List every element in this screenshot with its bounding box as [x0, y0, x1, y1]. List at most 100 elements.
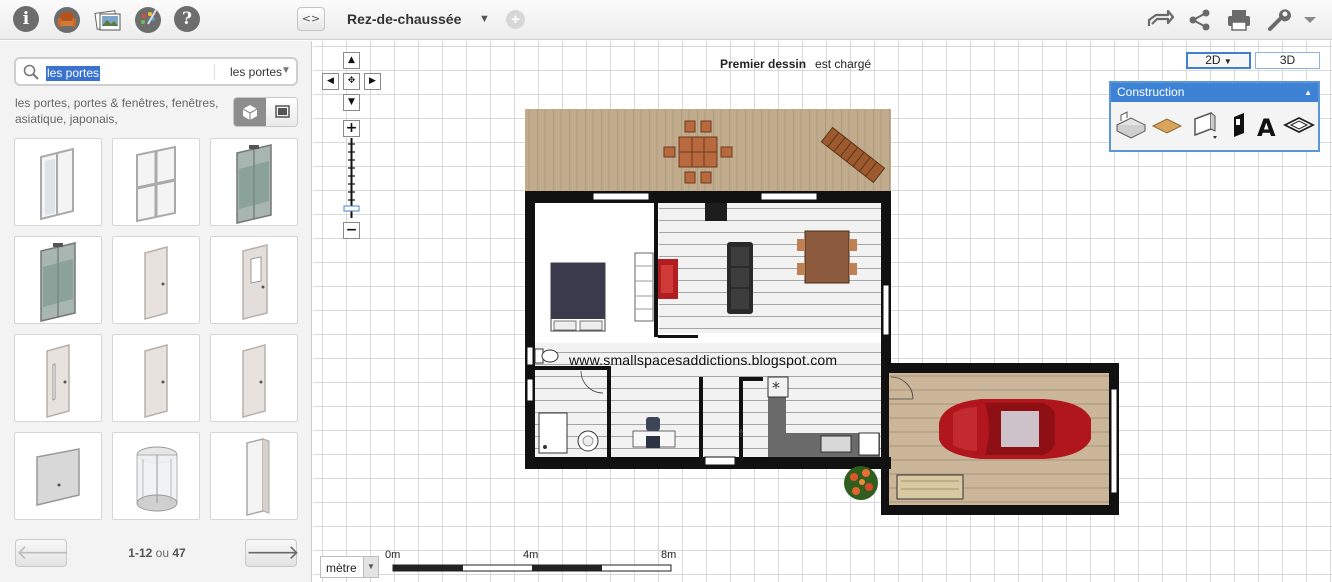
- catalog-tile[interactable]: [14, 236, 102, 324]
- photos-button[interactable]: [93, 6, 121, 34]
- paint-button[interactable]: [134, 6, 162, 34]
- catalog-tile[interactable]: [14, 432, 102, 520]
- unit-select[interactable]: mètre ▼: [320, 556, 379, 578]
- chevron-down-icon: [1304, 17, 1316, 23]
- settings-button[interactable]: [1266, 8, 1292, 32]
- narrow-glass-door-icon: [46, 344, 70, 418]
- search-input[interactable]: les portes: [46, 66, 101, 81]
- watermark-text: www.smallspacesaddictions.blogspot.com: [569, 352, 838, 368]
- catalog-tile[interactable]: [112, 432, 200, 520]
- catalog-panel: les portes les portes ▼ les portes, port…: [0, 41, 312, 582]
- dimension-tool-icon[interactable]: [1283, 111, 1315, 141]
- view-3d-button[interactable]: [234, 98, 266, 126]
- plain-door-icon: [144, 246, 168, 320]
- catalog-tile[interactable]: [210, 334, 298, 422]
- scale-bar: [392, 564, 672, 572]
- photos-icon: [94, 10, 121, 31]
- shower[interactable]: [538, 412, 568, 454]
- chevron-down-icon[interactable]: ▼: [363, 557, 378, 577]
- next-page-button[interactable]: 🡒: [245, 539, 300, 567]
- zoom-out-button[interactable]: −: [343, 222, 360, 239]
- pan-left-button[interactable]: ◀: [322, 73, 339, 90]
- pan-right-button[interactable]: ▶: [364, 73, 381, 90]
- grid-window-icon: [136, 145, 176, 223]
- wall-tool-icon[interactable]: [1191, 111, 1223, 141]
- search-icon: [23, 64, 39, 80]
- car[interactable]: [939, 399, 1091, 459]
- furniture-catalog-button[interactable]: [53, 6, 81, 34]
- search-category-select[interactable]: les portes: [230, 65, 282, 79]
- status-message: Premier dessin est chargé: [720, 57, 871, 71]
- collapse-icon[interactable]: ▲: [1304, 83, 1312, 102]
- page-range: 1-12: [128, 546, 153, 560]
- info-button[interactable]: i: [13, 6, 41, 34]
- view-2d-button[interactable]: 2D ▼: [1186, 52, 1251, 69]
- catalog-tile[interactable]: [14, 138, 102, 226]
- view-mode-toggle[interactable]: [233, 97, 298, 127]
- sofa[interactable]: [727, 242, 753, 314]
- share-button[interactable]: [1187, 8, 1213, 32]
- unit-label: mètre: [326, 561, 357, 575]
- pan-center-button[interactable]: ✥: [343, 73, 360, 90]
- catalog-tile[interactable]: [210, 138, 298, 226]
- status-title: Premier dessin: [720, 57, 807, 71]
- wrench-icon: [1268, 9, 1291, 31]
- previous-page-button[interactable]: 🡐: [15, 539, 70, 567]
- plain-door-icon: [242, 344, 266, 418]
- help-button[interactable]: ?: [174, 6, 202, 34]
- scale-tick-label: 4m: [523, 549, 539, 561]
- construction-panel: Construction ▲ A: [1109, 81, 1320, 152]
- search-box[interactable]: les portes les portes ▼: [14, 57, 298, 86]
- elevator-door-icon: [236, 144, 272, 224]
- room-tool-icon[interactable]: [1115, 111, 1147, 141]
- svg-text:A: A: [1257, 114, 1276, 141]
- open-door-icon: [246, 438, 270, 516]
- dining-table[interactable]: [797, 230, 857, 284]
- help-icon: ?: [174, 6, 200, 32]
- pan-down-button[interactable]: ▼: [343, 94, 360, 111]
- floor-tool-icon[interactable]: [1151, 111, 1183, 141]
- add-level-button[interactable]: +: [506, 10, 525, 29]
- plan-canvas[interactable]: * www.smallspacesaddictions.blogspot.com…: [313, 41, 1332, 582]
- catalog-tile[interactable]: [112, 334, 200, 422]
- elevator-door-icon: [40, 242, 76, 322]
- desk-chair[interactable]: [705, 203, 727, 221]
- catalog-tile[interactable]: [112, 138, 200, 226]
- zoom-slider[interactable]: [343, 138, 360, 222]
- cube-icon: [242, 105, 258, 120]
- zoom-slider-handle[interactable]: [343, 205, 360, 212]
- print-button[interactable]: [1226, 8, 1252, 32]
- construction-header[interactable]: Construction ▲: [1111, 83, 1318, 102]
- garage-door-icon: [36, 448, 80, 506]
- armchair-icon: [54, 7, 80, 33]
- catalog-tile[interactable]: [210, 432, 298, 520]
- catalog-tile[interactable]: [210, 236, 298, 324]
- catalog-tile[interactable]: [112, 236, 200, 324]
- export-arrow-icon: [1147, 9, 1175, 26]
- export-button[interactable]: [1146, 8, 1175, 32]
- glass-panel-door-icon: [242, 244, 268, 320]
- revolving-door-icon: [136, 446, 178, 512]
- divider: [214, 64, 215, 80]
- settings-menu-chevron[interactable]: [1302, 8, 1318, 32]
- plain-door-icon: [144, 344, 168, 418]
- potted-plant[interactable]: [844, 466, 878, 500]
- chevron-down-icon[interactable]: ▼: [281, 65, 291, 76]
- view-3d-mode-button[interactable]: 3D: [1255, 52, 1320, 69]
- text-tool-icon[interactable]: A: [1252, 111, 1284, 141]
- toilet[interactable]: [534, 348, 559, 364]
- svg-text:*: *: [772, 378, 780, 397]
- panel-toggle-button[interactable]: <>: [297, 7, 325, 31]
- info-icon: i: [13, 6, 39, 32]
- catalog-tile[interactable]: [14, 334, 102, 422]
- level-selector[interactable]: Rez-de-chaussée: [347, 11, 461, 27]
- bookshelf[interactable]: [634, 252, 654, 322]
- pan-up-button[interactable]: ▲: [343, 52, 360, 69]
- zoom-in-button[interactable]: +: [343, 120, 360, 137]
- garage-workbench[interactable]: [896, 474, 964, 500]
- view-list-button[interactable]: [266, 98, 297, 126]
- chevron-down-icon[interactable]: ▼: [479, 13, 490, 25]
- search-tags[interactable]: les portes, portes & fenêtres, fenêtres,…: [15, 95, 225, 127]
- double-bed[interactable]: [550, 262, 606, 332]
- share-icon: [1189, 9, 1210, 31]
